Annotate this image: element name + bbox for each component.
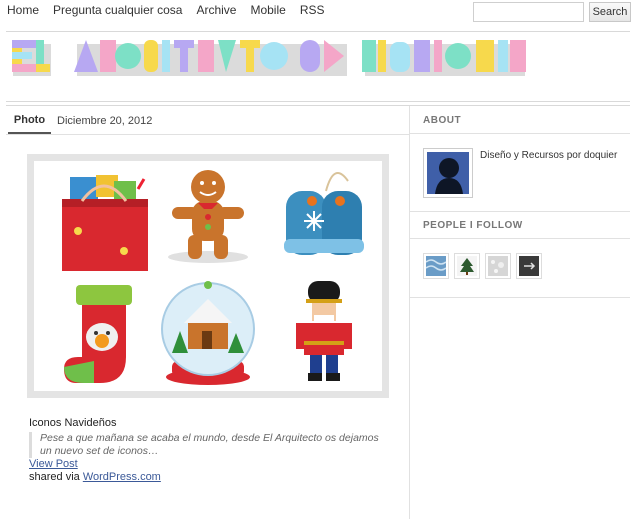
christmas-icons-image	[62, 170, 364, 385]
post-date[interactable]: Diciembre 20, 2012	[57, 115, 152, 127]
nav-home-link[interactable]: Home	[7, 3, 39, 17]
follow-avatar-4[interactable]	[516, 253, 542, 279]
nav-ask-link[interactable]: Pregunta cualquier cosa	[53, 3, 182, 17]
follow-avatar-2[interactable]	[454, 253, 480, 279]
follow-bottom-divider	[410, 297, 630, 298]
header-divider-bottom-1	[6, 101, 630, 102]
caption-title: Iconos Navideños	[29, 417, 117, 429]
blog-logo[interactable]	[10, 36, 530, 80]
post-header-divider	[6, 134, 409, 135]
view-post-link[interactable]: View Post	[29, 458, 78, 470]
christmas-tree-icon	[457, 256, 477, 276]
blue-pattern-icon	[425, 256, 447, 276]
nav-links: Home Pregunta cualquier cosa Archive Mob…	[7, 3, 325, 17]
about-bottom-divider	[410, 211, 630, 212]
nav-mobile-link[interactable]: Mobile	[250, 3, 285, 17]
search-input[interactable]	[473, 2, 584, 22]
gingerbread-man-icon	[168, 170, 248, 263]
avatar-silhouette-icon	[427, 152, 469, 194]
post-type-tab[interactable]: Photo	[8, 108, 51, 134]
follow-heading-divider	[410, 238, 630, 239]
header-divider-top	[6, 31, 630, 32]
follow-heading: PEOPLE I FOLLOW	[423, 220, 523, 231]
nav-rss-link[interactable]: RSS	[300, 3, 325, 17]
shared-prefix: shared via	[29, 471, 83, 483]
mittens-icon	[284, 172, 364, 255]
top-nav: Home Pregunta cualquier cosa Archive Mob…	[0, 0, 640, 26]
snow-globe-icon	[161, 281, 255, 385]
stocking-icon	[64, 285, 132, 383]
about-description: Diseño y Recursos por doquier	[480, 150, 618, 161]
dark-arrow-icon	[519, 256, 539, 276]
avatar[interactable]	[423, 148, 473, 198]
caption-quote: Pese a que mañana se acaba el mundo, des…	[29, 432, 384, 458]
photo-canvas	[34, 161, 382, 391]
gift-bag-icon	[62, 175, 148, 271]
post-photo[interactable]	[27, 154, 389, 398]
shared-via: shared via WordPress.com	[29, 471, 389, 483]
follow-avatar-1[interactable]	[423, 253, 449, 279]
about-heading-divider	[410, 133, 630, 134]
follow-avatar-3[interactable]	[485, 253, 511, 279]
header-divider-bottom-2	[6, 105, 630, 106]
search-button[interactable]: Search	[589, 2, 631, 22]
nutcracker-icon	[296, 281, 352, 381]
about-heading: ABOUT	[423, 115, 462, 126]
nav-archive-link[interactable]: Archive	[196, 3, 236, 17]
post-caption: Iconos Navideños Pese a que mañana se ac…	[29, 417, 389, 483]
wordpress-link[interactable]: WordPress.com	[83, 471, 161, 483]
snowy-texture-icon	[488, 256, 508, 276]
post-header: Photo Diciembre 20, 2012	[6, 108, 409, 134]
sidebar-divider	[409, 106, 410, 519]
